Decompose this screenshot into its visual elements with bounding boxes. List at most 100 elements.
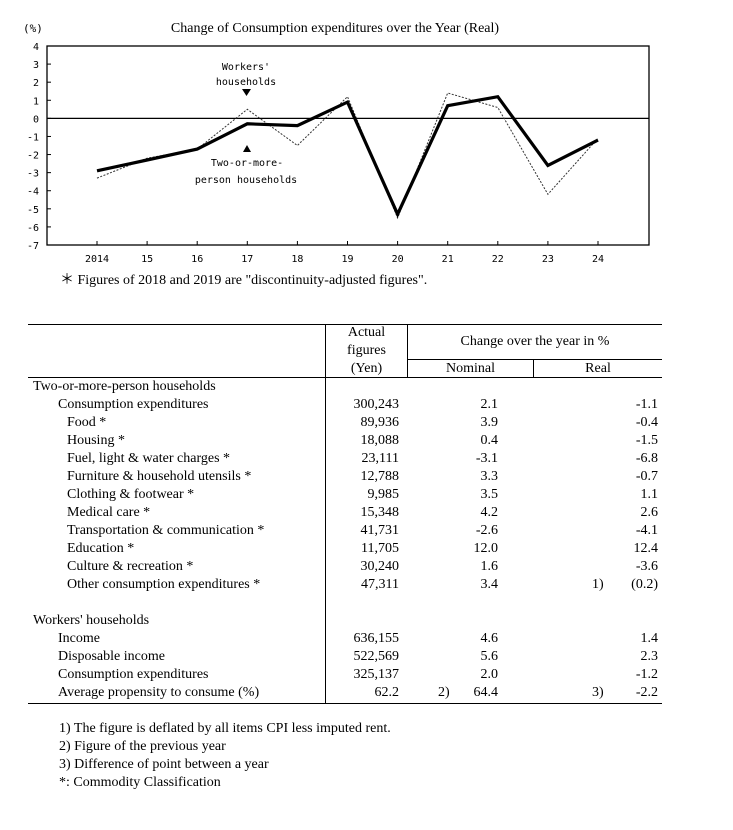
two-or-more-arrow-up-icon: [243, 145, 251, 152]
nominal-value: -3.1: [475, 451, 498, 466]
y-tick-label: 2: [33, 78, 39, 89]
actual-value: 15,348: [360, 505, 400, 520]
nominal-value: 3.4: [480, 577, 499, 592]
actual-value: 89,936: [360, 415, 400, 430]
y-tick-label: 1: [33, 96, 39, 107]
nominal-value: 64.4: [473, 685, 499, 700]
nominal-value: 3.5: [480, 487, 499, 502]
x-tick-label: 15: [141, 254, 153, 265]
x-tick-label: 24: [592, 254, 604, 265]
actual-value: 11,705: [361, 541, 399, 556]
row-label: Income: [58, 631, 100, 646]
nominal-value: 0.4: [480, 433, 499, 448]
row-label: Transportation & communication *: [67, 523, 265, 538]
header-actual-line3: (Yen): [350, 361, 383, 376]
nominal-value: 1.6: [480, 559, 499, 574]
actual-value: 23,111: [361, 451, 399, 466]
x-tick-label: 20: [392, 254, 404, 265]
real-value: -4.1: [635, 523, 658, 538]
row-label: Food *: [67, 415, 107, 430]
y-tick-label: -4: [27, 187, 39, 198]
row-label: Other consumption expenditures *: [67, 577, 261, 592]
chart-footnote: ＊ Figures of 2018 and 2019 are "disconti…: [60, 273, 427, 288]
series-group: [96, 92, 599, 220]
y-tick-label: -5: [27, 205, 39, 216]
note-line: 2) Figure of the previous year: [59, 739, 226, 754]
row-label: Average propensity to consume (%): [58, 685, 260, 700]
real-value: -0.7: [635, 469, 658, 484]
x-tick-label: 2014: [85, 254, 109, 265]
y-tick-label: 0: [33, 114, 39, 125]
note-line: 1) The figure is deflated by all items C…: [59, 721, 391, 736]
real-value: -1.2: [635, 667, 658, 682]
header-actual-line1: Actual: [347, 325, 386, 340]
y-tick-label: -3: [27, 169, 39, 180]
x-tick-label: 21: [442, 254, 454, 265]
x-tick-label: 22: [492, 254, 504, 265]
note-line: 3) Difference of point between a year: [59, 757, 269, 772]
row-label: Consumption expenditures: [58, 667, 209, 682]
header-actual-line2: figures: [347, 343, 386, 358]
y-axis-label: (%): [23, 22, 43, 35]
nominal-value: 12.0: [473, 541, 499, 556]
nominal-value: -2.6: [475, 523, 498, 538]
y-tick-label: -2: [27, 151, 39, 162]
real-value: -2.2: [635, 685, 658, 700]
real-value: -0.4: [635, 415, 658, 430]
row-label: Education *: [67, 541, 135, 556]
y-tick-label: 4: [33, 42, 39, 53]
header-nominal: Nominal: [446, 361, 495, 376]
note-line: *: Commodity Classification: [59, 775, 221, 790]
actual-value: 9,985: [367, 487, 400, 502]
nominal-value: 4.6: [480, 631, 499, 646]
real-value: 1.4: [640, 631, 659, 646]
nominal-value: 4.2: [480, 505, 499, 520]
workers-label-line2: households: [216, 77, 276, 88]
row-label: Medical care *: [67, 505, 151, 520]
row-label: Disposable income: [58, 649, 165, 664]
plot-area-border: [46, 45, 650, 246]
row-label: Culture & recreation *: [67, 559, 194, 574]
y-tick-label: -7: [27, 241, 39, 252]
actual-value: 325,137: [353, 667, 400, 682]
real-value: 1.1: [640, 487, 659, 502]
x-tick-label: 16: [191, 254, 203, 265]
actual-value: 18,088: [360, 433, 400, 448]
real-value: (0.2): [631, 577, 658, 592]
real-value: 2.3: [640, 649, 659, 664]
row-label: Housing *: [67, 433, 125, 448]
nominal-value: 5.6: [480, 649, 499, 664]
row-label: Fuel, light & water charges *: [67, 451, 231, 466]
series-line-workers-households: [96, 94, 599, 219]
workers-label-line1: Workers': [222, 62, 270, 73]
nominal-value: 3.3: [480, 469, 499, 484]
actual-value: 300,243: [353, 397, 400, 412]
y-tick-label: 3: [33, 60, 39, 71]
actual-value: 41,731: [360, 523, 400, 538]
line-chart: (%) Change of Consumption expenditures o…: [23, 21, 650, 288]
plot-frame: [46, 45, 650, 246]
nominal-value: 3.9: [480, 415, 499, 430]
table-bottom-border: [28, 703, 662, 704]
actual-value: 30,240: [360, 559, 400, 574]
real-value: 12.4: [633, 541, 659, 556]
y-tick-label: -6: [27, 223, 39, 234]
real-value: -1.5: [635, 433, 658, 448]
header-change: Change over the year in %: [460, 334, 610, 349]
x-tick-label: 19: [341, 254, 353, 265]
x-tick-label: 23: [542, 254, 554, 265]
actual-value: 47,311: [361, 577, 399, 592]
workers-arrow-down-icon: [242, 89, 251, 96]
two-or-more-label-line2: person households: [195, 175, 297, 186]
x-tick-label: 18: [291, 254, 303, 265]
header-real: Real: [585, 361, 611, 376]
real-value: -6.8: [635, 451, 658, 466]
two-or-more-label-line1: Two-or-more-: [211, 158, 283, 169]
actual-value: 12,788: [360, 469, 400, 484]
real-value: -3.6: [635, 559, 658, 574]
y-tick-label: -1: [27, 132, 39, 143]
row-label: Clothing & footwear *: [67, 487, 195, 502]
row-label: Furniture & household utensils *: [67, 469, 252, 484]
row-label: Consumption expenditures: [58, 397, 209, 412]
nominal-value: 2.0: [480, 667, 499, 682]
